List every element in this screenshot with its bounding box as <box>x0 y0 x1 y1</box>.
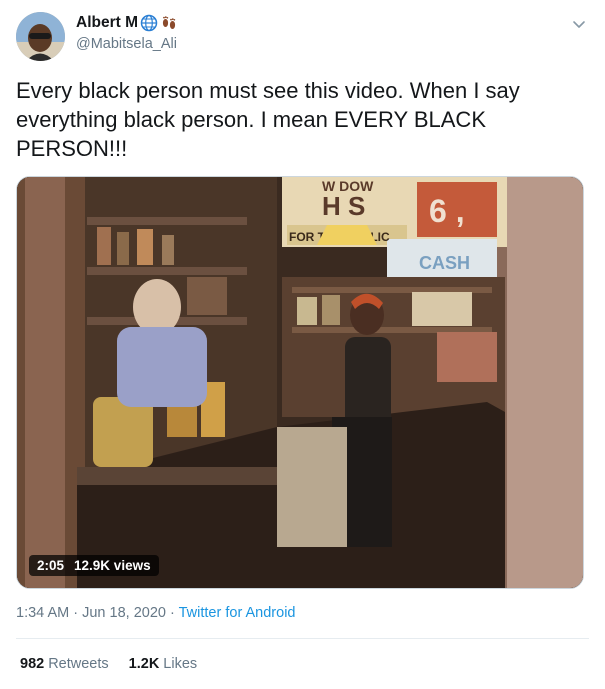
retweets-count: 982 <box>20 656 45 672</box>
cash-sign: CASH <box>419 253 470 273</box>
video-player[interactable]: H S W DOW FOR THE PUBLIC 6 , CASH <box>16 176 584 589</box>
retweets-stat[interactable]: 982 Retweets <box>20 656 109 672</box>
tweet-metadata: 1:34 AM · Jun 18, 2020 · Twitter for And… <box>16 605 295 621</box>
tweet-time[interactable]: 1:34 AM <box>16 605 69 621</box>
engagement-stats: 982 Retweets 1.2K Likes <box>20 656 197 672</box>
store-sign-big: H S <box>322 191 365 221</box>
video-stats-badge: 2:05 12.9K views <box>29 555 159 576</box>
meta-separator-2: · <box>170 605 175 621</box>
name-row: Albert M <box>76 14 178 32</box>
tweet-date[interactable]: Jun 18, 2020 <box>82 605 166 621</box>
store-sign-top: W DOW <box>322 178 374 194</box>
tweet-source-link[interactable]: Twitter for Android <box>179 605 296 621</box>
avatar[interactable] <box>16 12 65 61</box>
retweets-label: Retweets <box>48 656 109 672</box>
globe-icon <box>140 14 158 32</box>
price-sign: 6 , <box>429 193 465 229</box>
video-thumbnail: H S W DOW FOR THE PUBLIC 6 , CASH <box>17 177 583 588</box>
tweet-card: Albert M @Mabitsela_Ali Every black pers… <box>0 0 605 689</box>
tweet-text: Every black person must see this video. … <box>16 78 520 161</box>
display-name[interactable]: Albert M <box>76 14 138 32</box>
footprints-icon <box>160 14 178 32</box>
user-handle[interactable]: @Mabitsela_Ali <box>76 36 177 52</box>
video-views: 12.9K views <box>74 558 151 573</box>
divider <box>16 638 589 639</box>
likes-stat[interactable]: 1.2K Likes <box>129 656 198 672</box>
chevron-down-icon[interactable] <box>571 16 587 32</box>
video-duration: 2:05 <box>37 558 65 573</box>
likes-count: 1.2K <box>128 656 160 672</box>
likes-label: Likes <box>163 656 198 672</box>
meta-separator: · <box>73 605 79 621</box>
